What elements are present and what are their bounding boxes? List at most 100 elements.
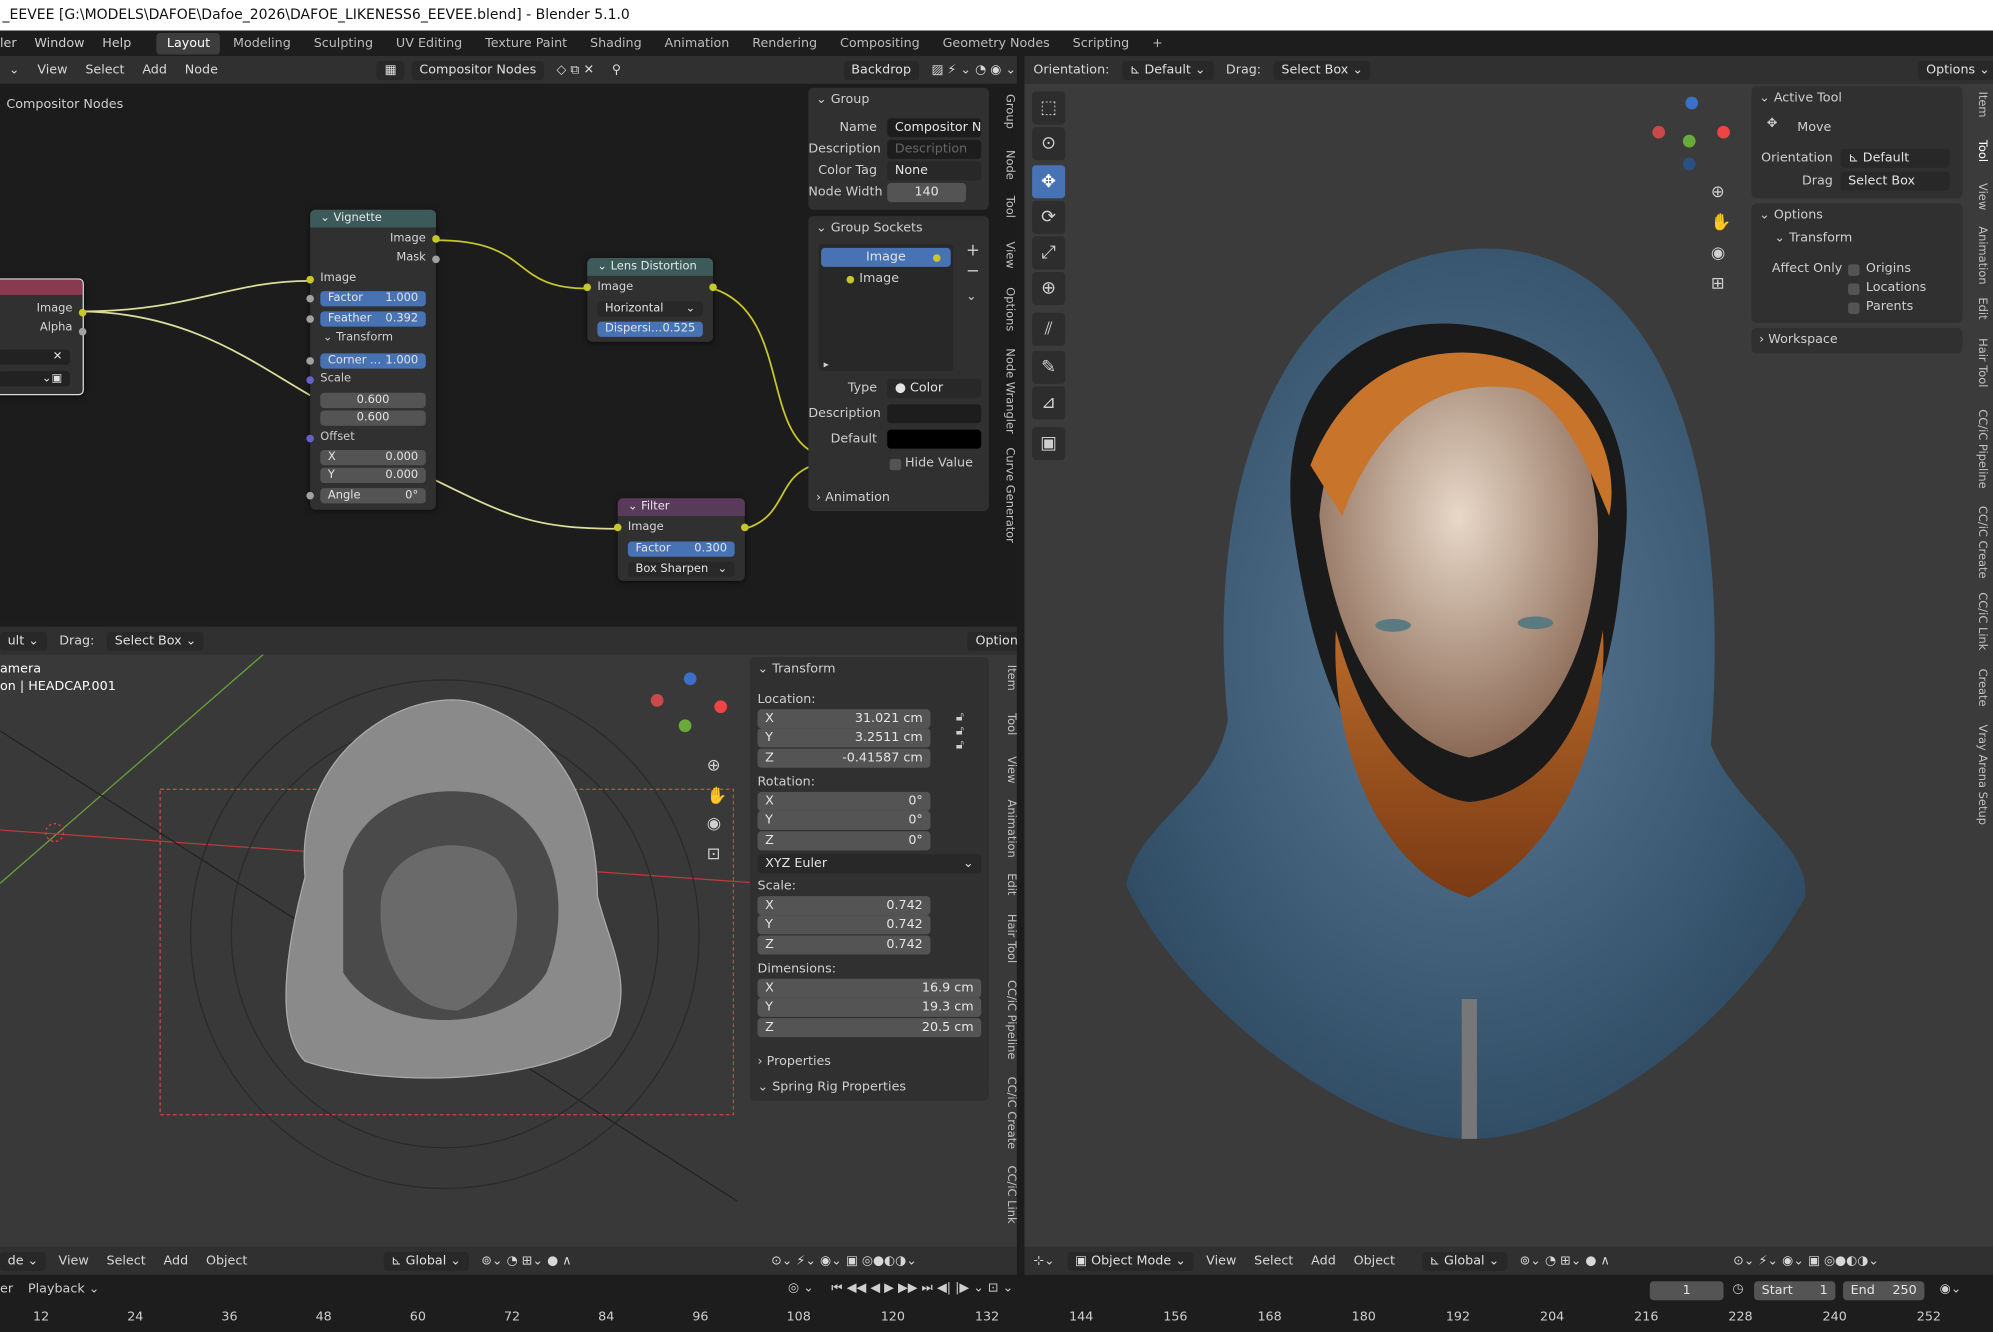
add-cube-tool[interactable]: ▣ [1032,427,1066,461]
color-tag-dropdown[interactable]: None [887,161,982,181]
options-header[interactable]: ⌄ Options [1759,208,1823,222]
properties-panel[interactable]: › Properties [758,1055,831,1069]
socket-menu-button[interactable]: ⌄ [966,290,977,304]
right-options-dropdown[interactable]: Options ⌄ [1918,60,1993,80]
playback-menu[interactable]: Playback ⌄ [28,1282,99,1296]
vp-right-tab-view[interactable]: View [1970,183,1988,210]
node-tree-icon[interactable]: ▦ [376,60,405,80]
gizmo-y[interactable] [678,719,692,733]
menu-help[interactable]: Help [102,36,131,50]
vp-left-tab-cc-pipeline[interactable]: CC/iC Pipeline [999,980,1017,1059]
menu-edit[interactable]: ler [0,36,17,50]
vp-left-tab-view[interactable]: View [999,756,1017,783]
backdrop-button[interactable]: Backdrop [843,60,919,80]
socket-desc-field[interactable] [887,404,982,424]
vp-left-tab-hair-tool[interactable]: Hair Tool [999,914,1017,963]
vp-right-tab-tool[interactable]: Tool [1970,140,1988,162]
location-z[interactable]: Z -0.41587 cm [757,748,931,768]
lens-mode-dropdown[interactable]: Horizontal ⌄ [597,301,703,317]
ne-tab-node[interactable]: Node [998,150,1016,180]
location-x[interactable]: X 31.021 cm [757,709,931,729]
rotation-z[interactable]: Z 0° [757,831,931,851]
lock-location-icons[interactable]: 🔓︎ 🔓︎ 🔓︎ [956,711,964,753]
dimension-y[interactable]: Y 19.3 cm [757,997,982,1017]
transform-orientation-dropdown[interactable]: ⊾ Global ⌄ [383,1251,469,1271]
cursor-tool[interactable]: ⊙ [1032,127,1066,161]
right-orientation-dropdown[interactable]: ⊾ Default ⌄ [1122,60,1214,80]
lock-icon[interactable]: ⊡ [707,845,721,864]
spring-rig-panel[interactable]: ⌄ Spring Rig Properties [749,1075,989,1101]
ne-tab-options[interactable]: Options [998,287,1016,331]
vignette-offset-x[interactable]: X 0.000 [320,449,426,466]
end-frame-field[interactable]: End 250 [1843,1281,1925,1301]
tool-drag-dropdown[interactable]: Select Box [1840,171,1950,191]
orientation-dropdown[interactable]: ult ⌄ [0,631,47,651]
vp-right-tab-cc-pipeline[interactable]: CC/iC Pipeline [1970,409,1988,488]
vp-left-menu-view[interactable]: View [59,1254,89,1268]
vp-left-tab-animation[interactable]: Animation [999,799,1017,857]
node-tree-name[interactable]: Compositor Nodes [411,60,544,80]
vp-left-tab-edit[interactable]: Edit [999,873,1017,895]
zoom-icon[interactable]: ⊕ [707,756,721,775]
ne-tab-group[interactable]: Group [998,94,1016,129]
vignette-header[interactable]: ⌄ Vignette [310,209,436,228]
tab-sculpting[interactable]: Sculpting [304,32,384,54]
vignette-scale-x[interactable]: 0.600 [320,392,426,409]
scale-x[interactable]: X 0.742 [757,896,931,916]
locations-checkbox[interactable] [1848,283,1860,295]
shading-icons[interactable]: ⊙⌄ ⚡⌄ ◉⌄ ▣ ◎●◐◑⌄ [771,1254,917,1268]
group-name-field[interactable]: Compositor N... [887,118,982,138]
description-field[interactable]: Description [887,139,982,159]
filter-type-dropdown[interactable]: Box Sharpen ⌄ [627,561,735,578]
right-gizmo-x[interactable] [1717,125,1730,139]
active-tool-header[interactable]: ⌄ Active Tool [1759,92,1842,106]
menu-node[interactable]: Node [185,63,218,77]
vp-right-tab-cc-create[interactable]: CC/iC Create [1970,506,1988,579]
right-drag-dropdown[interactable]: Select Box ⌄ [1273,60,1371,80]
right-3d-viewport[interactable]: ⬚ ⊙ ✥ ⟳ ⤢ ⊕ ⫽ ✎ ⊿ ▣ ⊕ ✋ ◉ ⊞ ⌄ Active Too… [1024,83,1993,1247]
vp-right-menu-add[interactable]: Add [1311,1254,1336,1268]
ne-tab-view[interactable]: View [998,241,1016,268]
right-gizmo-y[interactable] [1682,134,1696,148]
menu-add[interactable]: Add [142,63,167,77]
animation-panel[interactable]: › Animation [808,485,989,511]
vp-left-tab-cc-link[interactable]: CC/iC Link [999,1166,1017,1224]
right-grid-icon[interactable]: ⊞ [1711,275,1725,294]
object-mode-dropdown[interactable]: ▣ Object Mode ⌄ [1067,1251,1194,1271]
vp-right-tab-item[interactable]: Item [1970,92,1988,118]
dimension-z[interactable]: Z 20.5 cm [757,1018,982,1038]
rotate-tool[interactable]: ⟳ [1032,200,1066,234]
select-box-tool[interactable]: ⬚ [1032,91,1066,125]
vignette-transform-panel[interactable]: ⌄ Transform [323,332,393,345]
tab-modeling[interactable]: Modeling [223,32,301,54]
close-icon[interactable]: ✕ [0,349,70,365]
scale-tool[interactable]: ⤢ [1032,236,1066,270]
lens-distortion-node[interactable]: ⌄ Lens Distortion Image Horizontal ⌄ Disp… [583,258,717,342]
parents-checkbox[interactable] [1848,302,1860,314]
vp-left-menu-select[interactable]: Select [107,1254,146,1268]
left-3d-viewport[interactable]: amera on | HEADCAP.001 ⊕ ✋ ◉ ⊡ ⌄ Transfo… [0,654,1017,1247]
workspace-panel[interactable]: › Workspace [1751,327,1963,354]
menu-select[interactable]: Select [85,63,124,77]
vp-left-menu-add[interactable]: Add [164,1254,189,1268]
file-browse-icon[interactable]: ⌄▣ [0,371,70,387]
scale-z[interactable]: Z 0.742 [757,935,931,955]
ne-tab-node-wrangler[interactable]: Node Wrangler [998,348,1016,433]
vignette-feather[interactable]: Feather 0.392 [320,311,426,327]
rotation-mode-dropdown[interactable]: XYZ Euler ⌄ [757,854,982,874]
mode-dropdown[interactable]: de ⌄ [0,1251,46,1271]
tab-animation[interactable]: Animation [654,32,739,54]
options-dropdown[interactable]: Options ⌄ [967,631,1017,651]
tab-geometry-nodes[interactable]: Geometry Nodes [932,32,1060,54]
vignette-scale-y[interactable]: 0.600 [320,410,426,426]
fake-user-icon[interactable]: ◇ ⧉ ✕ [557,63,595,77]
right-pan-icon[interactable]: ✋ [1711,214,1732,233]
snapping-icons[interactable]: ⊚⌄ ◔ ⊞⌄ ● ∧ [481,1254,571,1268]
location-y[interactable]: Y 3.2511 cm [757,728,931,748]
camera-icon[interactable]: ◉ [707,815,721,834]
vp-left-tab-tool[interactable]: Tool [999,713,1017,735]
add-workspace-button[interactable]: + [1142,32,1173,54]
node-editor-canvas[interactable]: Compositor Nodes Image Alpha ✕ ⌄▣ ⌄ Vign… [0,83,1017,622]
filter-factor[interactable]: Factor 0.300 [627,541,735,557]
right-editor-type[interactable]: ⊹⌄ [1033,1254,1054,1268]
